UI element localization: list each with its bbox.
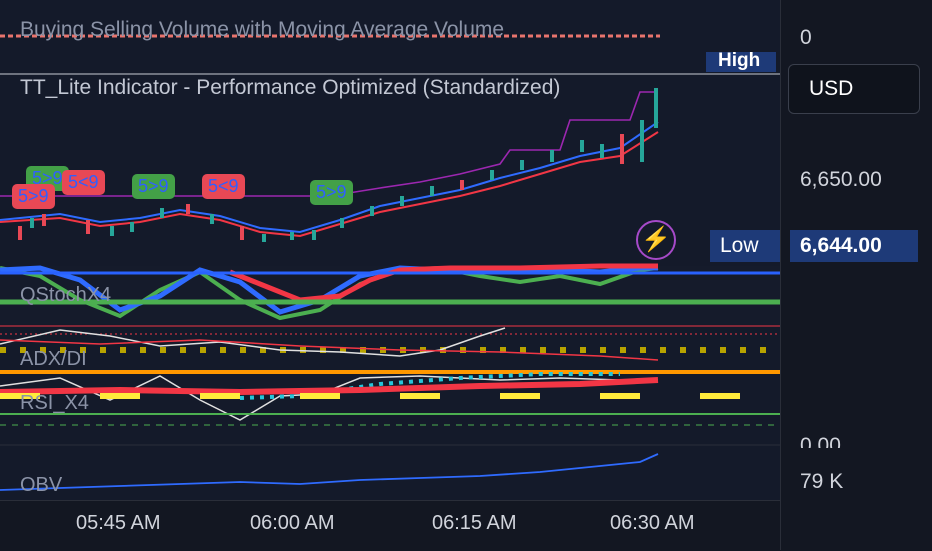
volume-indicator-title[interactable]: Buying Selling Volume with Moving Averag… [20,18,504,42]
time-tick-label: 06:30 AM [610,512,695,534]
signal-badge: 5<9 [202,174,245,199]
adx-red-line [0,339,659,361]
candlesticks [18,88,658,242]
tt-lite-indicator-title[interactable]: TT_Lite Indicator - Performance Optimize… [20,76,560,100]
signal-badge: 5>9 [132,174,175,199]
volume-zero-label: 0 [800,26,812,49]
lightning-icon[interactable]: ⚡ [636,220,676,260]
signal-badge: 5>9 [12,184,55,209]
rsi-indicator-label[interactable]: RSI_X4 [20,392,89,415]
low-price-tag: Low [710,230,780,262]
obv-value-label: 79 K [800,470,844,493]
rsi-red-line [0,377,659,396]
time-tick-label: 05:45 AM [76,512,161,534]
rsi-zero-label: 0.00 [800,434,841,448]
time-tick-label: 06:15 AM [432,512,517,534]
chart-plot-area[interactable]: Buying Selling Volume with Moving Averag… [0,0,780,500]
currency-button[interactable]: USD [788,64,920,114]
obv-indicator-label[interactable]: OBV [20,474,62,497]
obv-line [0,453,659,491]
low-price-value: 6,644.00 [790,230,918,262]
time-tick-label: 06:00 AM [250,512,335,534]
signal-badge: 5>9 [310,180,353,205]
price-tick-label: 6,650.00 [800,168,882,191]
adx-indicator-label[interactable]: ADX/DI [20,348,87,371]
stoch-indicator-label[interactable]: QStochX4 [20,284,111,307]
signal-badge: 5<9 [62,170,105,195]
high-price-tag: High [706,52,776,72]
